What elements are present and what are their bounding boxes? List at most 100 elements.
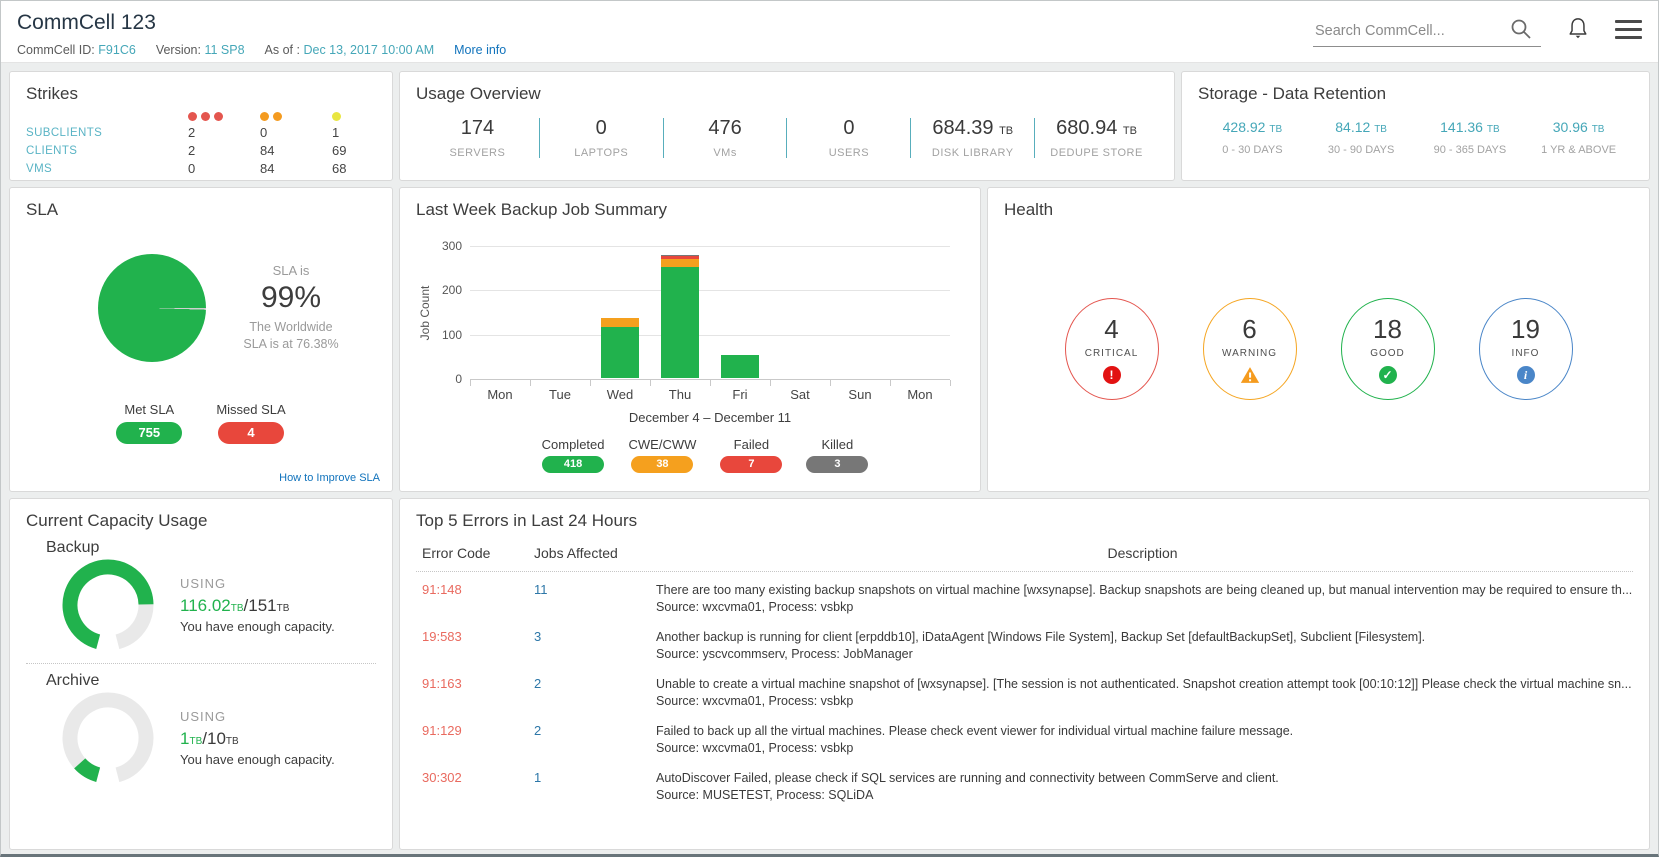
sla-body: SLA is 99% The WorldwideSLA is at 76.38% (26, 254, 376, 362)
critical-icon: ! (1103, 366, 1121, 384)
jobs-affected-link[interactable]: 2 (534, 723, 656, 757)
vms-3strikes: 0 (188, 161, 260, 176)
legend-completed[interactable]: Completed418 (542, 437, 605, 473)
health-info-circle[interactable]: 19 INFO i (1479, 298, 1573, 400)
header-actions (1313, 9, 1642, 62)
vms-2strikes: 84 (260, 161, 332, 176)
archive-capacity-section: USING 1TB/10TB You have enough capacity. (26, 692, 376, 784)
subclients-3strikes: 2 (188, 125, 260, 140)
errors-title: Top 5 Errors in Last 24 Hours (416, 511, 1633, 531)
bar-chart: Job Count 0100200300 (416, 246, 964, 379)
health-panel: Health 4 CRITICAL ! 6 WARNING 18 GOOD (987, 187, 1650, 492)
x-tick-label: Fri (710, 387, 770, 402)
table-row: 19:583 3 Another backup is running for c… (416, 629, 1633, 663)
x-tick (830, 380, 831, 386)
storage-stats: 428.92 TB0 - 30 DAYS 84.12 TB30 - 90 DAY… (1198, 119, 1633, 156)
stat-users: 0USERS (787, 117, 910, 159)
legend-killed[interactable]: Killed3 (806, 437, 868, 473)
jobs-affected-link[interactable]: 2 (534, 676, 656, 710)
health-good-circle[interactable]: 18 GOOD ✓ (1341, 298, 1435, 400)
missed-sla-pill[interactable]: 4 (218, 422, 284, 444)
error-code-link[interactable]: 30:302 (422, 770, 534, 804)
bar-thu-3[interactable] (661, 255, 699, 378)
met-sla-pill[interactable]: 755 (116, 422, 182, 444)
backup-section-title: Backup (46, 539, 376, 557)
strikes-row-vms[interactable]: VMS (26, 163, 188, 175)
legend-failed[interactable]: Failed7 (720, 437, 782, 473)
x-tick-label: Mon (890, 387, 950, 402)
archive-capacity-value: 1TB/10TB (180, 729, 335, 749)
good-icon: ✓ (1379, 366, 1397, 384)
jobs-affected-link[interactable]: 3 (534, 629, 656, 663)
x-tick-label: Tue (530, 387, 590, 402)
sla-summary: SLA is 99% The WorldwideSLA is at 76.38% (206, 263, 376, 353)
usage-title: Usage Overview (416, 84, 1158, 104)
stat-servers: 174SERVERS (416, 117, 539, 159)
top-bar: CommCell 123 CommCell ID: F91C6 Version:… (1, 1, 1658, 63)
jobs-affected-link[interactable]: 11 (534, 582, 656, 616)
backup-capacity-text: USING 116.02TB/151TB You have enough cap… (180, 576, 335, 634)
backup-capacity-section: USING 116.02TB/151TB You have enough cap… (26, 559, 376, 651)
more-info-link[interactable]: More info (454, 43, 506, 57)
sla-percent: 99% (206, 281, 376, 315)
strikes-row-subclients[interactable]: SUBCLIENTS (26, 127, 188, 139)
jobs-affected-link[interactable]: 1 (534, 770, 656, 804)
x-tick-label: Mon (470, 387, 530, 402)
clients-2strikes: 84 (260, 143, 332, 158)
error-code-link[interactable]: 91:148 (422, 582, 534, 616)
commcell-meta: CommCell ID: F91C6 Version: 11 SP8 As of… (17, 43, 506, 57)
bar-fri-4[interactable] (721, 355, 759, 378)
sla-pie-chart[interactable] (98, 254, 206, 362)
row-1: Strikes SUBCLIENTS 2 0 1 CLIENTS 2 84 69… (9, 71, 1650, 181)
gridline (470, 335, 950, 336)
backup-job-summary-panel: Last Week Backup Job Summary Job Count 0… (399, 187, 981, 492)
archive-section-title: Archive (46, 672, 376, 690)
error-code-link[interactable]: 91:129 (422, 723, 534, 757)
x-tick-label: Sat (770, 387, 830, 402)
met-sla: Met SLA 755 (116, 402, 182, 444)
health-title: Health (1004, 200, 1633, 220)
strikes-row-clients[interactable]: CLIENTS (26, 145, 188, 157)
stat-30-90-days: 84.12 TB30 - 90 DAYS (1307, 119, 1416, 156)
error-code-link[interactable]: 19:583 (422, 629, 534, 663)
x-axis-title: December 4 – December 11 (416, 410, 964, 425)
health-critical-circle[interactable]: 4 CRITICAL ! (1065, 298, 1159, 400)
table-row: 91:129 2 Failed to back up all the virtu… (416, 723, 1633, 757)
bar-segment-completed[interactable] (721, 355, 759, 378)
bar-segment-cwe-cww[interactable] (601, 318, 639, 327)
bar-wed-2[interactable] (601, 318, 639, 378)
stat-laptops: 0LAPTOPS (540, 117, 663, 159)
warning-icon (1240, 366, 1260, 384)
how-to-improve-sla-link[interactable]: How to Improve SLA (279, 472, 380, 484)
gridline (470, 246, 950, 247)
stat-dedupe-store: 680.94 TBDEDUPE STORE (1035, 117, 1158, 159)
table-row: 91:148 11 There are too many existing ba… (416, 582, 1633, 616)
missed-sla: Missed SLA 4 (216, 402, 285, 444)
error-code-link[interactable]: 91:163 (422, 676, 534, 710)
col-description: Description (656, 545, 1629, 561)
stat-0-30-days: 428.92 TB0 - 30 DAYS (1198, 119, 1307, 156)
usage-overview-panel: Usage Overview 174SERVERS 0LAPTOPS 476VM… (399, 71, 1175, 181)
storage-retention-panel: Storage - Data Retention 428.92 TB0 - 30… (1181, 71, 1650, 181)
search-input[interactable] (1313, 20, 1509, 44)
clients-1strike: 69 (332, 143, 398, 158)
health-warning-circle[interactable]: 6 WARNING (1203, 298, 1297, 400)
storage-title: Storage - Data Retention (1198, 84, 1633, 104)
subclients-1strike: 1 (332, 125, 398, 140)
bar-segment-cwe-cww[interactable] (661, 259, 699, 267)
bar-segment-completed[interactable] (661, 267, 699, 378)
top-errors-panel: Top 5 Errors in Last 24 Hours Error Code… (399, 498, 1650, 850)
two-strikes-dots-icon (260, 110, 332, 122)
strikes-title: Strikes (26, 84, 376, 104)
legend-cwe-cww[interactable]: CWE/CWW38 (629, 437, 697, 473)
worldwide-sla: The WorldwideSLA is at 76.38% (206, 319, 376, 353)
notifications-bell-icon[interactable] (1567, 16, 1589, 45)
bar-segment-completed[interactable] (601, 327, 639, 378)
hamburger-menu-icon[interactable] (1615, 17, 1642, 39)
sla-counts: Met SLA 755 Missed SLA 4 (26, 402, 376, 444)
y-axis-label: Job Count (416, 246, 436, 379)
row-3: Current Capacity Usage Backup USING 116.… (9, 498, 1650, 850)
usage-stats: 174SERVERS 0LAPTOPS 476VMs 0USERS 684.39… (416, 117, 1158, 159)
stat-vms: 476VMs (664, 117, 787, 159)
search-icon[interactable] (1509, 17, 1533, 46)
